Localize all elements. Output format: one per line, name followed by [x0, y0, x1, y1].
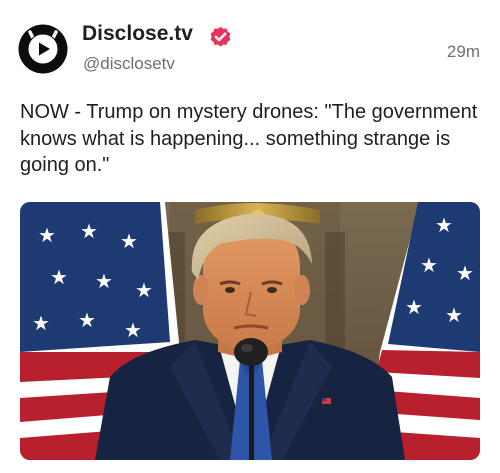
post-text: NOW - Trump on mystery drones: "The gove…	[20, 101, 478, 176]
press-conference-image: ★ ★ ★ ★ ★ ★ ★ ★ ★ ★ ★ ★ ★ ★	[20, 202, 480, 460]
svg-text:★: ★	[50, 265, 68, 289]
svg-text:★: ★	[420, 253, 438, 277]
svg-text:★: ★	[38, 223, 56, 247]
author-display-name[interactable]: Disclose.tv	[82, 22, 193, 46]
svg-text:★: ★	[405, 295, 423, 319]
media-thumbnail[interactable]: ★ ★ ★ ★ ★ ★ ★ ★ ★ ★ ★ ★ ★ ★	[20, 202, 480, 460]
play-logo-icon	[18, 24, 68, 74]
svg-text:★: ★	[120, 229, 138, 253]
verified-badge-icon	[208, 24, 233, 49]
svg-text:★: ★	[95, 269, 113, 293]
post-timestamp: 29m	[446, 42, 480, 61]
svg-text:★: ★	[80, 219, 98, 243]
svg-text:★: ★	[124, 318, 142, 342]
svg-text:★: ★	[135, 278, 153, 302]
author-handle[interactable]: @disclosetv	[83, 54, 175, 74]
svg-text:★: ★	[78, 308, 96, 332]
svg-text:★: ★	[32, 311, 50, 335]
svg-text:★: ★	[456, 261, 474, 285]
svg-text:★: ★	[435, 213, 453, 237]
svg-text:★: ★	[445, 303, 463, 327]
avatar[interactable]	[17, 23, 69, 75]
